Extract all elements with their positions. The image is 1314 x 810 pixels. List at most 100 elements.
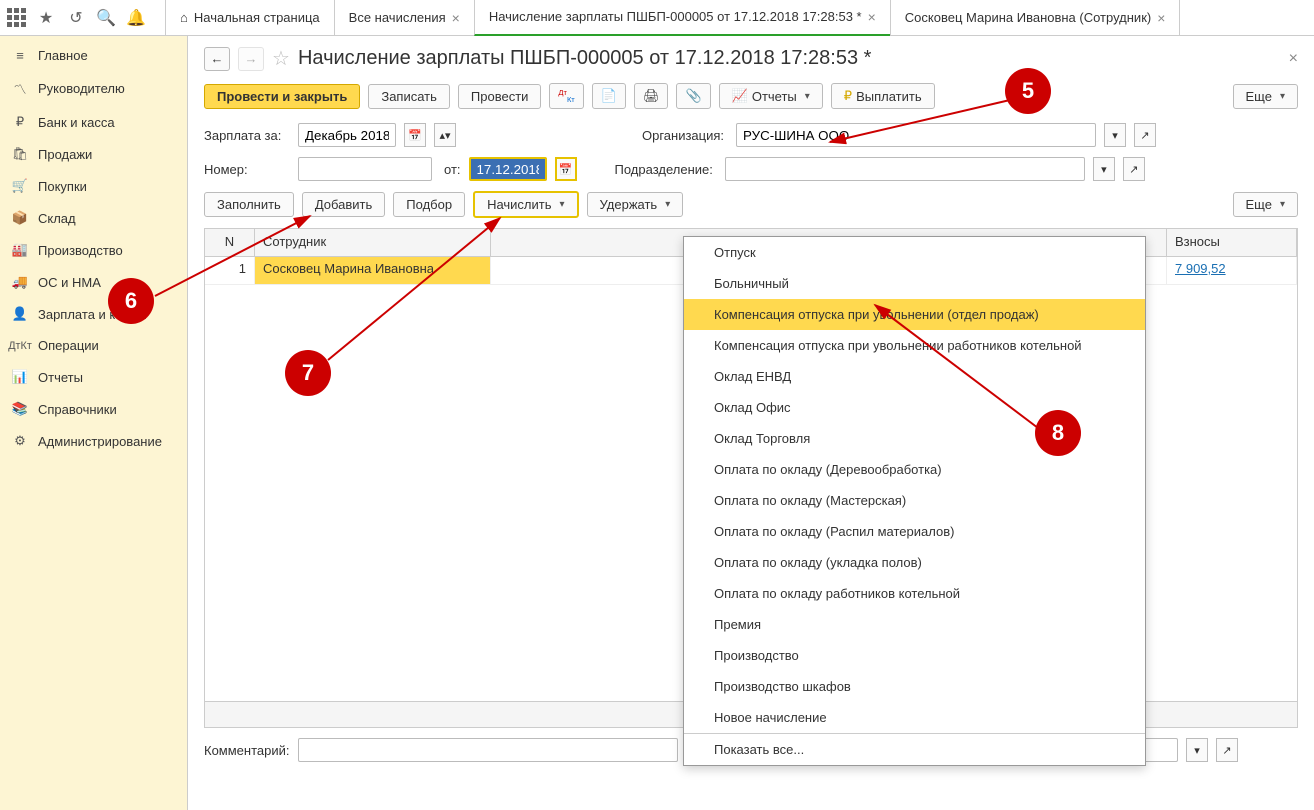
home-icon: ⌂ (180, 10, 188, 25)
forward-button[interactable]: → (238, 47, 264, 71)
menu-item[interactable]: Оплата по окладу (Деревообработка) (684, 454, 1145, 485)
col-n[interactable]: N (205, 229, 255, 256)
col-employee[interactable]: Сотрудник (255, 229, 491, 256)
add-button[interactable]: Добавить (302, 192, 385, 217)
sidebar-label: Покупки (38, 179, 87, 194)
menu-item[interactable]: Оклад ЕНВД (684, 361, 1145, 392)
fill-button[interactable]: Заполнить (204, 192, 294, 217)
sidebar-label: Руководителю (38, 81, 125, 96)
sidebar-item-assets[interactable]: 🚚ОС и НМА (0, 266, 187, 298)
menu-item[interactable]: Производство (684, 640, 1145, 671)
dept-open-button[interactable]: ↗ (1123, 157, 1145, 181)
menu-item[interactable]: Компенсация отпуска при увольнении работ… (684, 330, 1145, 361)
org-input[interactable] (736, 123, 1096, 147)
accrue-button[interactable]: Начислить (473, 191, 578, 218)
withhold-button[interactable]: Удержать (587, 192, 684, 217)
bell-icon[interactable]: 🔔 (126, 8, 146, 28)
doc-button[interactable]: 📄 (592, 83, 626, 109)
menu-item[interactable]: Оплата по окладу (Распил материалов) (684, 516, 1145, 547)
menu-item[interactable]: Оплата по окладу работников котельной (684, 578, 1145, 609)
cart-icon: 🛒 (12, 178, 28, 194)
reports-button[interactable]: 📈Отчеты (719, 83, 823, 109)
date-input[interactable] (469, 157, 547, 181)
cell-employee[interactable]: Сосковец Марина Ивановна (255, 257, 491, 284)
org-dropdown-button[interactable]: ▾ (1104, 123, 1126, 147)
resp-open-button[interactable]: ↗ (1216, 738, 1238, 762)
history-icon[interactable]: ↺ (66, 8, 86, 28)
post-close-button[interactable]: Провести и закрыть (204, 84, 360, 109)
attach-button[interactable]: 📎 (676, 83, 710, 109)
attach-icon: 📎 (685, 88, 701, 104)
sidebar-item-directories[interactable]: 📚Справочники (0, 393, 187, 425)
sidebar-item-main[interactable]: ≡Главное (0, 40, 187, 71)
sidebar-item-reports[interactable]: 📊Отчеты (0, 361, 187, 393)
pay-button[interactable]: ₽Выплатить (831, 83, 935, 109)
coin-icon: ₽ (844, 88, 852, 104)
sidebar-item-salary[interactable]: 👤Зарплата и кадры (0, 298, 187, 330)
pick-button[interactable]: Подбор (393, 192, 465, 217)
post-button[interactable]: Провести (458, 84, 542, 109)
dept-dropdown-button[interactable]: ▾ (1093, 157, 1115, 181)
menu-item[interactable]: Оплата по окладу (Мастерская) (684, 485, 1145, 516)
sidebar-label: Банк и касса (38, 115, 115, 130)
favorite-icon[interactable]: ☆ (272, 46, 290, 71)
print-button[interactable]: 🖨 (634, 83, 669, 109)
sidebar-item-manager[interactable]: 〽Руководителю (0, 71, 187, 106)
annotation-7: 7 (285, 350, 331, 396)
annotation-6: 6 (108, 278, 154, 324)
sidebar-item-operations[interactable]: ДтКтОперации (0, 330, 187, 361)
menu-item[interactable]: Оплата по окладу (укладка полов) (684, 547, 1145, 578)
apps-icon[interactable] (6, 8, 26, 28)
doc-icon: 📄 (601, 88, 617, 104)
dept-input[interactable] (725, 157, 1085, 181)
back-button[interactable]: ← (204, 47, 230, 71)
date-calendar-button[interactable]: 📅 (555, 157, 577, 181)
calendar-button[interactable]: 📅 (404, 123, 426, 147)
dtkt-button[interactable]: ДтКт (549, 83, 583, 109)
tab-doc[interactable]: Начисление зарплаты ПШБП-000005 от 17.12… (474, 0, 891, 36)
sidebar-item-production[interactable]: 🏭Производство (0, 234, 187, 266)
sidebar-item-bank[interactable]: ₽Банк и касса (0, 106, 187, 138)
accrue-dropdown: Отпуск Больничный Компенсация отпуска пр… (683, 236, 1146, 766)
close-button[interactable]: × (1289, 50, 1298, 68)
close-icon[interactable]: × (868, 9, 876, 25)
dtkt-icon: ДтКт (558, 88, 574, 104)
sidebar-label: ОС и НМА (38, 275, 101, 290)
close-icon[interactable]: × (452, 10, 460, 26)
menu-item[interactable]: Производство шкафов (684, 671, 1145, 702)
sidebar-item-warehouse[interactable]: 📦 Склад (0, 202, 187, 234)
tab-employee[interactable]: Сосковец Марина Ивановна (Сотрудник)× (890, 0, 1181, 36)
write-button[interactable]: Записать (368, 84, 450, 109)
contrib-link[interactable]: 7 909,52 (1175, 261, 1226, 276)
menu-item[interactable]: Больничный (684, 268, 1145, 299)
sidebar-item-admin[interactable]: ⚙Администрирование (0, 425, 187, 457)
search-icon[interactable]: 🔍 (96, 8, 116, 28)
sidebar-label: Главное (38, 48, 88, 63)
star-icon[interactable]: ★ (36, 8, 56, 28)
menu-item[interactable]: Новое начисление (684, 702, 1145, 733)
org-open-button[interactable]: ↗ (1134, 123, 1156, 147)
col-contrib[interactable]: Взносы (1167, 229, 1297, 256)
menu-show-all[interactable]: Показать все... (684, 734, 1145, 765)
tab-home[interactable]: ⌂Начальная страница (165, 0, 335, 36)
gear-icon: ⚙ (12, 433, 28, 449)
number-input[interactable] (298, 157, 432, 181)
menu-item[interactable]: Премия (684, 609, 1145, 640)
sidebar-item-sales[interactable]: 🛍Продажи (0, 138, 187, 170)
step-up-button[interactable]: ▴▾ (434, 123, 456, 147)
more-button[interactable]: Еще (1233, 84, 1298, 109)
comment-input[interactable] (298, 738, 678, 762)
person-icon: 👤 (12, 306, 28, 322)
sidebar-label: Склад (38, 211, 76, 226)
menu-item-selected[interactable]: Компенсация отпуска при увольнении (отде… (684, 299, 1145, 330)
sidebar-item-purchases[interactable]: 🛒 Покупки (0, 170, 187, 202)
cell-contrib[interactable]: 7 909,52 (1167, 257, 1297, 284)
box-icon: 📦 (12, 210, 28, 226)
more-table-button[interactable]: Еще (1233, 192, 1298, 217)
tab-label: Начисление зарплаты ПШБП-000005 от 17.12… (489, 9, 862, 24)
salary-for-input[interactable] (298, 123, 396, 147)
tab-all[interactable]: Все начисления× (334, 0, 475, 36)
resp-dropdown-button[interactable]: ▾ (1186, 738, 1208, 762)
close-icon[interactable]: × (1157, 10, 1165, 26)
menu-item[interactable]: Отпуск (684, 237, 1145, 268)
